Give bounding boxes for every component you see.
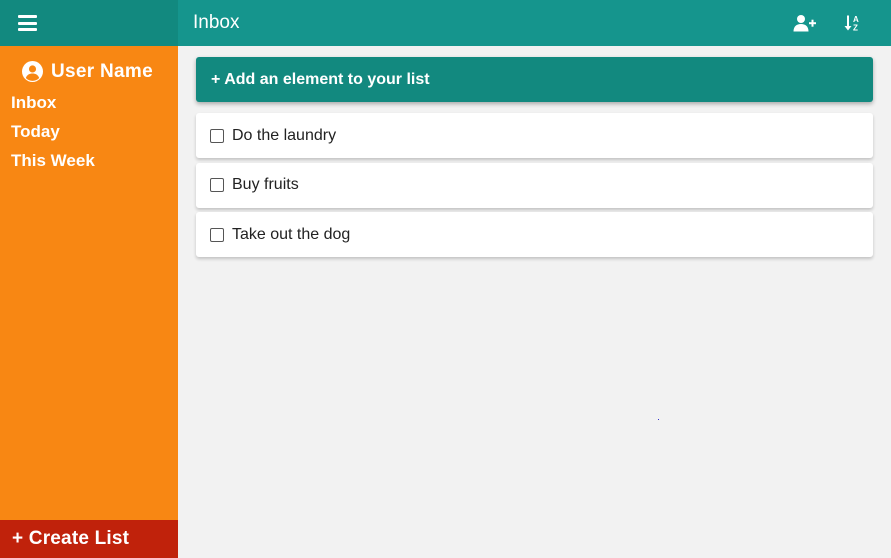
add-element-button[interactable]: + Add an element to your list [196, 57, 873, 102]
svg-text:Z: Z [853, 24, 858, 33]
todo-item[interactable]: Take out the dog [196, 212, 873, 257]
todo-checkbox[interactable] [210, 227, 224, 242]
todo-item[interactable]: Do the laundry [196, 113, 873, 158]
sidebar-item-this-week[interactable]: This Week [11, 146, 178, 175]
todo-text: Do the laundry [232, 126, 337, 144]
todo-item[interactable]: Buy fruits [196, 162, 873, 208]
sidebar-header [0, 0, 178, 46]
user-profile[interactable]: User Name [0, 46, 178, 88]
hamburger-icon[interactable] [18, 15, 37, 31]
add-user-button[interactable] [790, 8, 820, 38]
stray-pixel [658, 419, 659, 420]
sidebar: User Name Inbox Today This Week + Create… [0, 0, 178, 558]
user-circle-icon [22, 61, 43, 82]
todo-checkbox[interactable] [210, 128, 224, 143]
todo-checkbox[interactable] [210, 178, 224, 192]
page-title: Inbox [193, 12, 240, 33]
create-list-button[interactable]: + Create List [0, 520, 178, 558]
sidebar-nav: Inbox Today This Week [0, 88, 178, 175]
sidebar-item-today[interactable]: Today [11, 117, 178, 146]
sort-alpha-icon: A Z [844, 15, 859, 33]
todo-text: Take out the dog [232, 225, 351, 243]
sort-button[interactable]: A Z [838, 8, 868, 38]
sidebar-item-inbox[interactable]: Inbox [11, 88, 178, 117]
todo-text: Buy fruits [232, 176, 299, 193]
top-bar: Inbox A Z [178, 0, 891, 46]
todo-list: Do the laundry Buy fruits Take out the d… [196, 113, 873, 262]
user-plus-icon [793, 15, 816, 32]
user-name: User Name [51, 60, 153, 82]
